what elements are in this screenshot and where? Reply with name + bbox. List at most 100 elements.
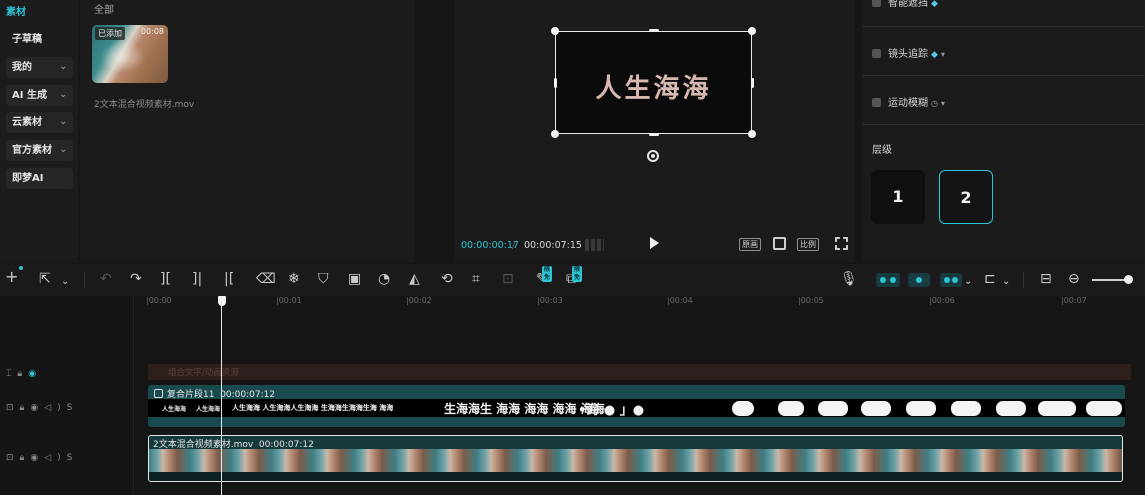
nav-item-label: 即梦AI [12, 173, 44, 184]
linkage-toggle[interactable] [940, 273, 962, 287]
fit-view-icon[interactable] [773, 237, 786, 250]
audio-icon[interactable]: ◁) [44, 403, 66, 413]
add-track-icon[interactable]: + [5, 269, 18, 285]
nav-item-official[interactable]: 官方素材 ⌄ [6, 140, 73, 161]
chevron-down-icon[interactable]: ⌄ [61, 274, 69, 290]
play-button[interactable] [650, 237, 659, 249]
fullscreen-icon[interactable] [835, 237, 848, 250]
playhead-handle[interactable] [218, 296, 226, 306]
video-clip[interactable]: 2文本混合视频素材.mov 00:00:07:12 [148, 435, 1123, 482]
compound-icon [154, 389, 163, 398]
text-track-controls[interactable]: ⌶🔒︎◉ [6, 369, 42, 379]
redo-icon[interactable]: ↷ [130, 271, 142, 287]
tracking-row[interactable]: 镜头追踪 ◆ ▾ [872, 45, 945, 60]
undo-icon[interactable]: ↶ [100, 271, 112, 287]
chevron-down-icon[interactable]: ▾ [941, 99, 945, 108]
eye-icon[interactable]: ◉ [28, 369, 42, 379]
layer-option-2[interactable]: 2 [939, 170, 993, 224]
divider [1023, 272, 1024, 288]
toggle-dot [890, 277, 896, 283]
speed-icon[interactable]: ◔ [378, 271, 390, 287]
rotate-clip-icon[interactable]: ⟲ [441, 271, 453, 287]
delete-icon[interactable]: ⌫ [256, 271, 276, 287]
solo-label[interactable]: S [67, 403, 79, 413]
resize-handle-top[interactable] [649, 29, 659, 32]
compound-clip[interactable]: 复合片段11 00:00:07:12 人生海海 人生海海 人生海海 人生海海人生… [148, 385, 1125, 427]
eye-icon[interactable]: ◉ [30, 403, 44, 413]
audio-icon[interactable]: ◁) [44, 453, 66, 463]
compound-track-controls[interactable]: ⊡🔒︎◉◁)S [6, 403, 78, 413]
auto-snap-toggle[interactable] [908, 273, 930, 287]
media-thumbnail[interactable]: 已添加 00:08 [92, 25, 168, 83]
chevron-down-icon[interactable]: ▾ [941, 50, 945, 59]
nav-item-active[interactable]: 素材 [6, 3, 26, 18]
diamond-icon: ◆ [931, 50, 938, 60]
layer-label: 层级 [872, 145, 892, 156]
resize-handle-bottom[interactable] [649, 133, 659, 136]
chevron-down-icon[interactable]: ⌄ [1002, 274, 1010, 290]
frame-shape [818, 401, 848, 416]
crop-icon[interactable]: ⌗ [472, 271, 480, 287]
resize-handle-bottom-left[interactable] [551, 130, 559, 138]
smart-fill-row[interactable]: 智能遮挡 ◆ [872, 0, 938, 9]
preview-canvas[interactable]: 人生海海 [555, 31, 752, 134]
frame-shape [1086, 401, 1122, 416]
eye-icon[interactable]: ◉ [30, 453, 44, 463]
nav-item-cloud[interactable]: 云素材 ⌄ [6, 112, 73, 133]
lock-icon[interactable]: 🔒︎ [20, 453, 31, 463]
resize-handle-left[interactable] [554, 78, 557, 88]
lock-icon[interactable]: 🔒︎ [20, 403, 31, 413]
freeze-icon[interactable]: ❄ [288, 271, 300, 287]
marker-icon[interactable]: ⛉ [318, 271, 329, 287]
tracking-checkbox[interactable] [872, 49, 881, 58]
motion-blur-checkbox[interactable] [872, 98, 881, 107]
preview-caption-text: 人生海海 [595, 74, 712, 104]
original-quality-button[interactable]: 原画 [739, 238, 761, 251]
diamond-icon: ◆ [931, 0, 938, 9]
nav-item-jimeng[interactable]: 即梦AI [6, 168, 73, 189]
lock-icon[interactable]: 🔒︎ [17, 369, 28, 379]
rotate-icon[interactable] [647, 150, 659, 162]
split-right-icon[interactable]: |[ [224, 271, 234, 287]
properties-panel: 智能遮挡 ◆ 镜头追踪 ◆ ▾ 运动模糊 ◷ ▾ 层级 1 2 [862, 0, 1145, 262]
nav-item-sub-draft[interactable]: 子草稿 [6, 29, 73, 50]
crop-frame-icon[interactable]: ▣ [348, 271, 361, 287]
caption-icon[interactable]: ⊟ [1040, 271, 1052, 287]
mirror-icon[interactable]: ◭ [409, 271, 420, 287]
motion-blur-row[interactable]: 运动模糊 ◷ ▾ [872, 94, 945, 109]
nav-item-mine[interactable]: 我的 ⌄ [6, 57, 73, 78]
smart-fill-checkbox[interactable] [872, 0, 881, 7]
text-clip-label: 组合文字/动画资源 [168, 368, 239, 378]
media-section-title: 全部 [94, 5, 114, 16]
ai-edit-icon[interactable]: ✎限免 [536, 266, 553, 287]
nav-item-ai-generate[interactable]: AI 生成 ⌄ [6, 85, 73, 106]
aspect-ratio-button[interactable]: 比例 [797, 238, 819, 251]
resize-handle-top-left[interactable] [551, 27, 559, 35]
toggle-dot [952, 277, 958, 283]
ruler-tick: |00:07 [1061, 296, 1087, 305]
ai-extend-icon[interactable]: ⧉ 限免 [566, 266, 583, 287]
nav-item-label: 云素材 [12, 117, 42, 128]
split-left-icon[interactable]: ]| [192, 271, 202, 287]
resize-handle-top-right[interactable] [748, 27, 756, 35]
split-icon[interactable]: ][ [160, 271, 171, 287]
select-cursor-icon[interactable]: ⇱ [39, 271, 51, 287]
smart-crop-icon[interactable]: ⊡ [502, 271, 514, 287]
solo-label[interactable]: S [67, 453, 79, 463]
playhead[interactable] [221, 298, 222, 495]
resize-handle-right[interactable] [751, 78, 754, 88]
main-track-magnet-toggle[interactable] [876, 273, 900, 287]
current-time: 00:00:00:17 [461, 240, 519, 251]
zoom-slider-thumb[interactable] [1124, 275, 1133, 284]
chevron-down-icon: ⌄ [59, 90, 67, 100]
preview-axis-icon[interactable]: ⊏ [984, 271, 996, 287]
resize-handle-bottom-right[interactable] [748, 130, 756, 138]
video-track-controls[interactable]: ⊡🔒︎◉◁)S [6, 453, 78, 463]
chevron-down-icon[interactable]: ⌄ [964, 274, 972, 290]
microphone-icon[interactable]: 🎙 [840, 271, 858, 287]
layer-option-1[interactable]: 1 [871, 170, 925, 224]
nav-item-label: AI 生成 [12, 90, 47, 101]
zoom-out-icon[interactable]: ⊖ [1068, 271, 1080, 287]
text-track-clip[interactable]: 组合文字/动画资源 [148, 364, 1131, 380]
timeline-toolbar: + ⇱ ⌄ ↶ ↷ ][ ]| |[ ⌫ ❄ ⛉ ▣ ◔ ◭ ⟲ ⌗ ⊡ ✎限免… [0, 264, 1145, 296]
